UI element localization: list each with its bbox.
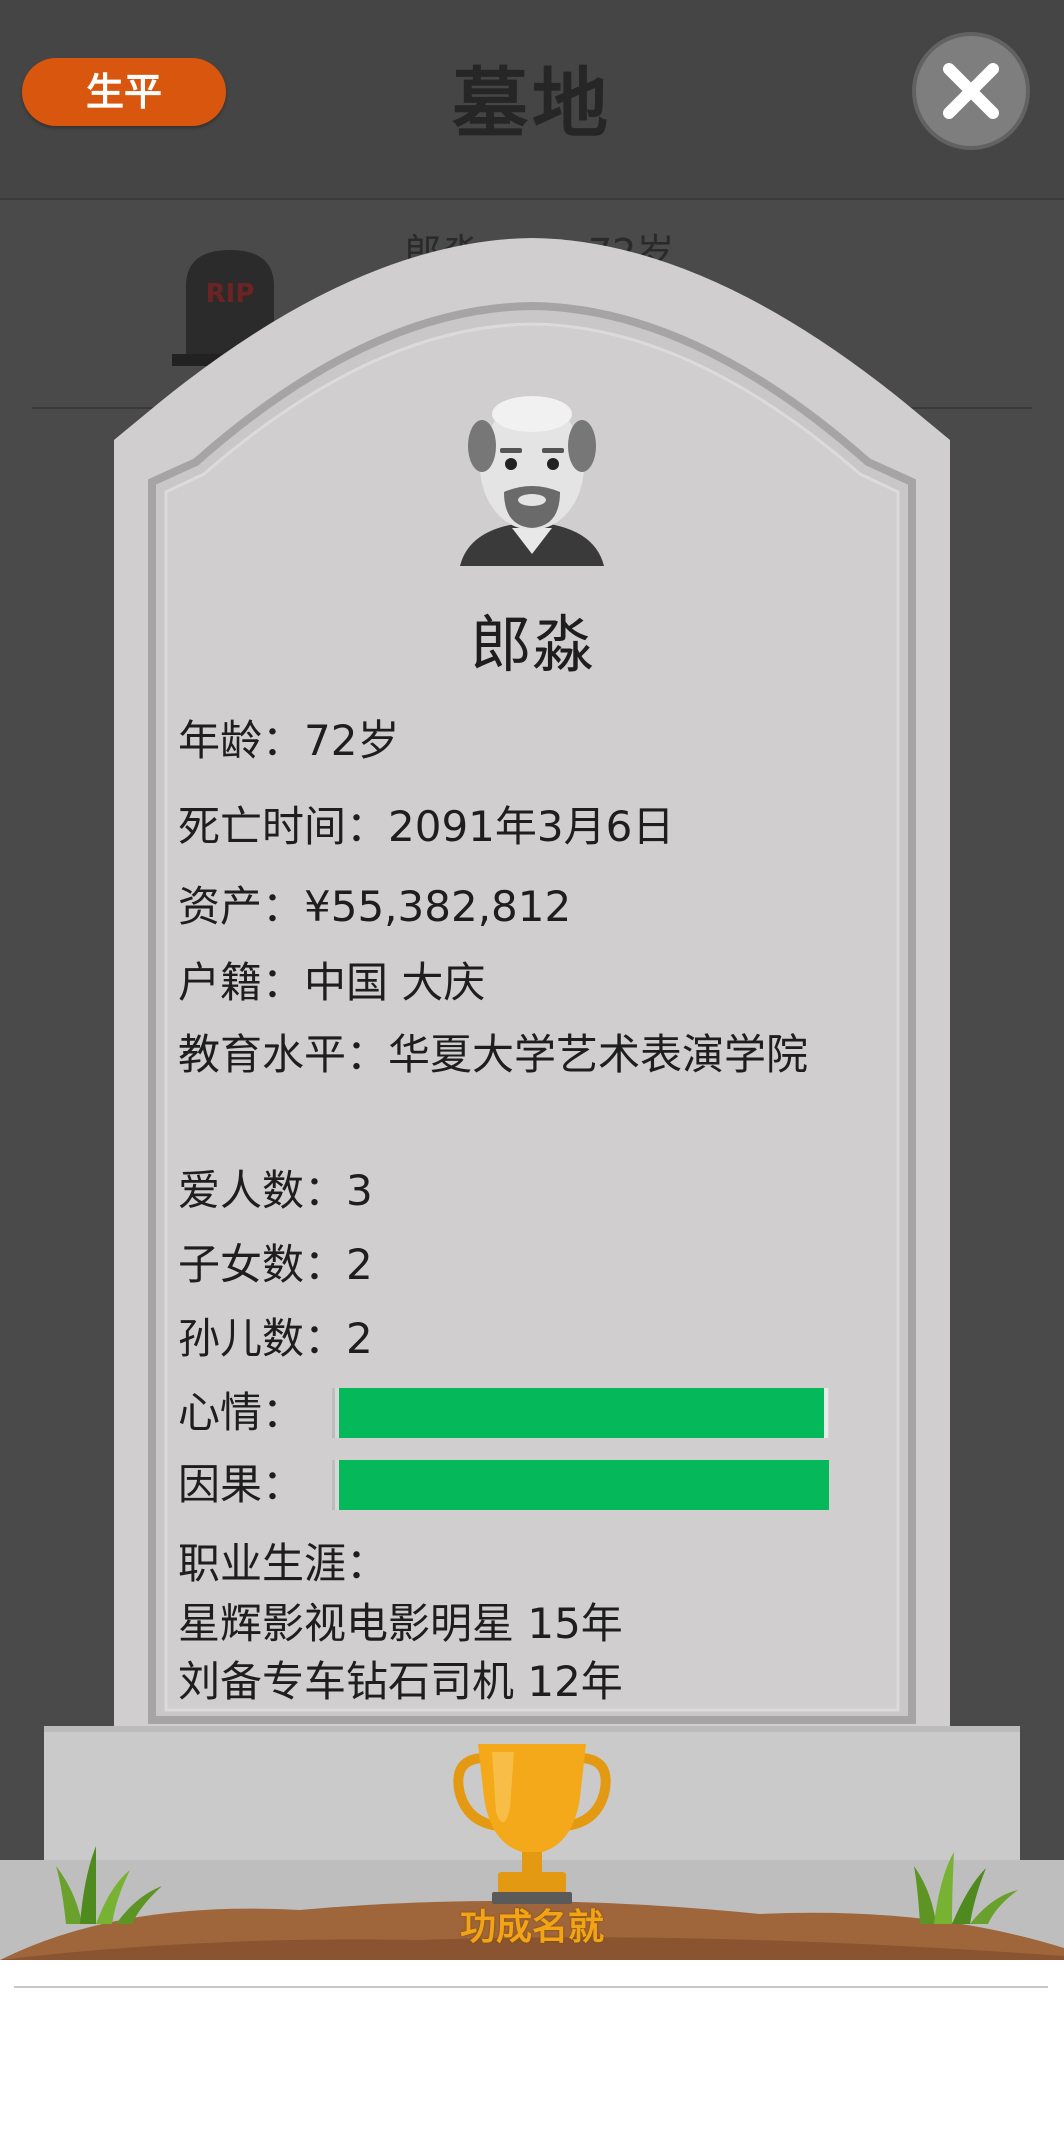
hometown-value: 中国 大庆 <box>304 958 486 1007</box>
hometown-field: 户籍：中国 大庆 <box>178 956 485 1010</box>
career-item: 星辉影视电影明星 15年 <box>178 1599 623 1648</box>
children-label: 子女数： <box>178 1240 347 1289</box>
assets-field: 资产：¥55,382,812 <box>178 880 571 934</box>
children-value: 2 <box>346 1240 373 1289</box>
grandchildren-field: 孙儿数：2 <box>178 1312 373 1366</box>
karma-bar-fill <box>339 1460 829 1510</box>
education-label: 教育水平： <box>178 1030 389 1079</box>
age-label: 年龄： <box>178 716 305 765</box>
old-man-avatar-icon <box>460 396 604 566</box>
lovers-label: 爱人数： <box>178 1166 347 1215</box>
deceased-name: 郎淼 <box>469 608 594 681</box>
mood-bar-end <box>824 1388 828 1438</box>
career-label: 职业生涯： <box>178 1539 389 1588</box>
trophy-icon[interactable] <box>452 1738 612 1908</box>
children-field: 子女数：2 <box>178 1238 373 1292</box>
lovers-value: 3 <box>346 1166 373 1215</box>
bottom-divider <box>14 1986 1048 1988</box>
mood-bar-fill <box>339 1388 824 1438</box>
age-value: 72岁 <box>304 716 400 765</box>
assets-label: 资产： <box>178 882 305 931</box>
education-value: 华夏大学艺术表演学院 <box>388 1030 809 1079</box>
grandchildren-label: 孙儿数： <box>178 1314 347 1363</box>
assets-value: ¥55,382,812 <box>304 882 572 931</box>
career-item: 刘备专车钻石司机 12年 <box>178 1657 623 1706</box>
karma-label: 因果： <box>178 1460 305 1509</box>
mood-label: 心情： <box>178 1388 305 1437</box>
tombstone-card: 郎淼 年龄：72岁 死亡时间：2091年3月6日 资产：¥55,382,812 … <box>0 0 1064 1960</box>
karma-bar <box>332 1460 829 1510</box>
death-time-value: 2091年3月6日 <box>388 802 675 851</box>
death-time-field: 死亡时间：2091年3月6日 <box>178 800 674 854</box>
age-field: 年龄：72岁 <box>178 714 399 768</box>
hometown-label: 户籍： <box>178 958 305 1007</box>
grandchildren-value: 2 <box>346 1314 373 1363</box>
mood-bar <box>332 1388 829 1438</box>
lovers-field: 爱人数：3 <box>178 1164 373 1218</box>
achievement-label[interactable]: 功成名就 <box>0 1898 1064 1950</box>
death-time-label: 死亡时间： <box>178 802 389 851</box>
education-field: 教育水平：华夏大学艺术表演学院 <box>178 1028 898 1082</box>
